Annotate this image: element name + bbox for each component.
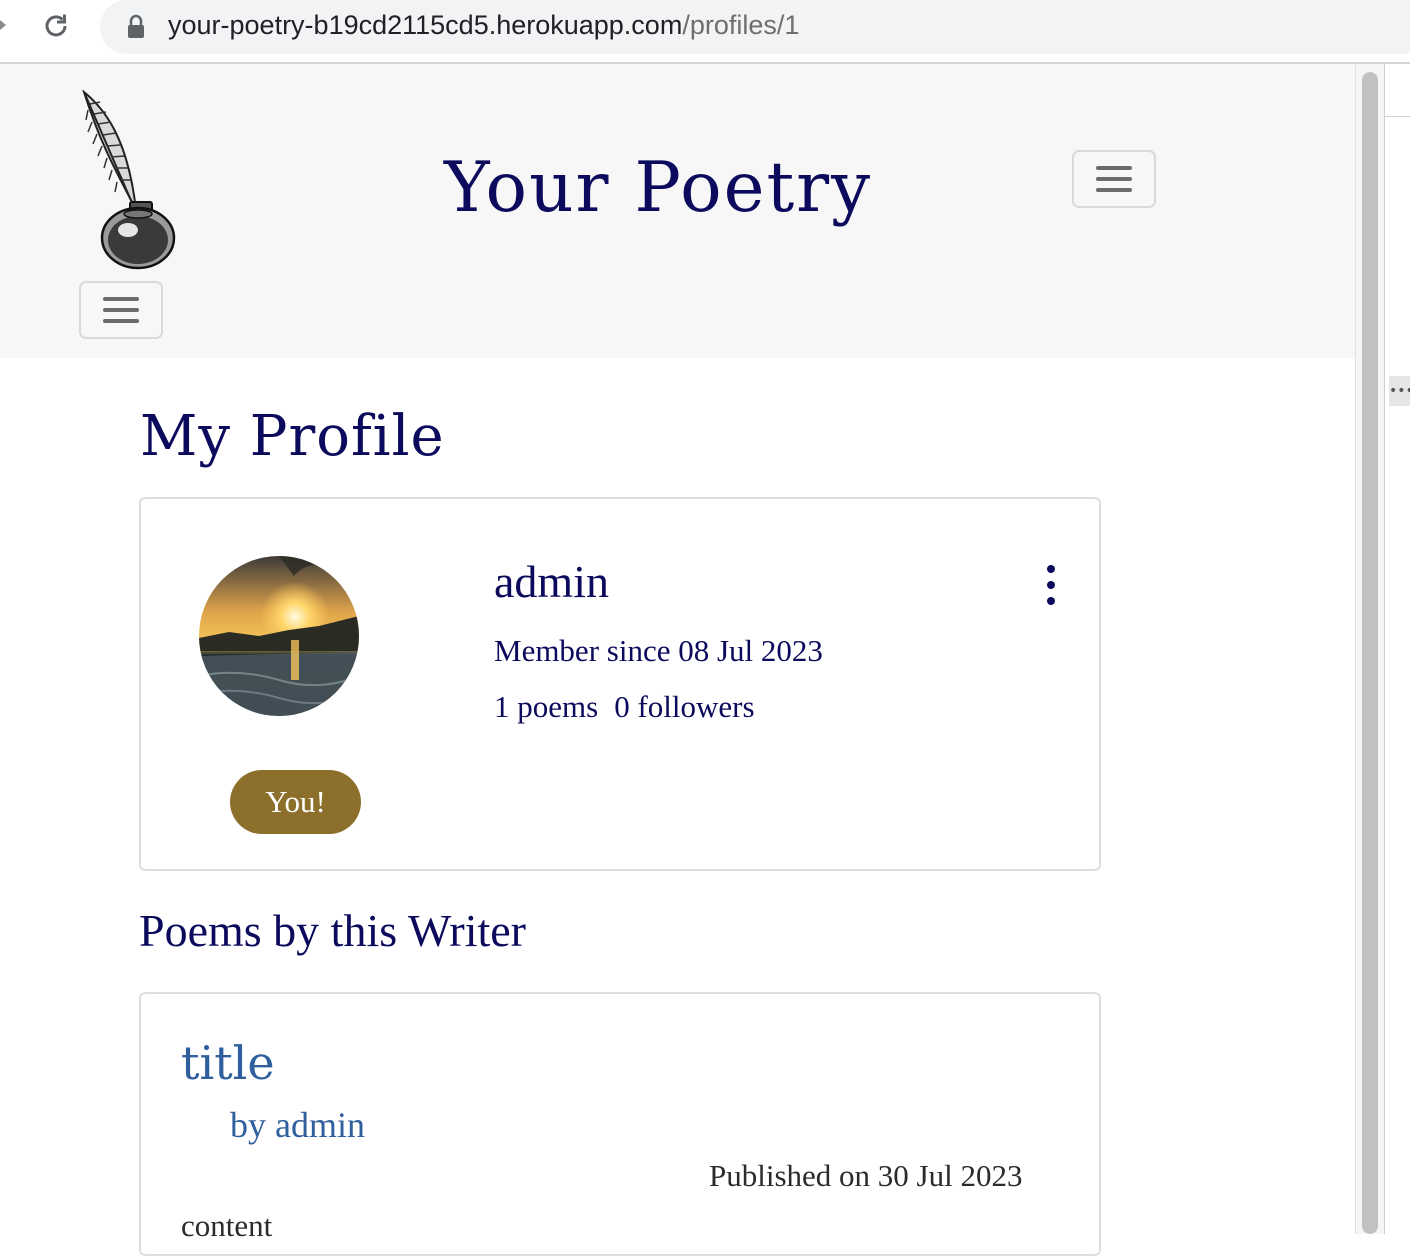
secondary-menu-toggler-button[interactable] (79, 281, 163, 339)
poem-card: title by admin Published on 30 Jul 2023 … (139, 992, 1101, 1256)
hamburger-icon (1096, 159, 1132, 199)
address-url[interactable]: your-poetry-b19cd2115cd5.herokuapp.com/p… (168, 10, 799, 41)
more-options-icon[interactable]: ••• (1389, 376, 1410, 406)
member-since: Member since 08 Jul 2023 (494, 633, 823, 668)
navbar-toggler-button[interactable] (1072, 150, 1156, 208)
poem-title-link[interactable]: title (181, 1036, 275, 1090)
browser-toolbar: your-poetry-b19cd2115cd5.herokuapp.com/p… (0, 0, 1410, 64)
profile-card: You! admin Member since 08 Jul 2023 1 po… (139, 497, 1101, 871)
page-title: My Profile (140, 404, 445, 469)
site-title[interactable]: Your Poetry (444, 148, 872, 228)
hamburger-icon (103, 290, 139, 330)
url-domain: your-poetry-b19cd2115cd5.herokuapp.com (168, 10, 683, 40)
url-path: /profiles/1 (682, 10, 800, 40)
you-badge: You! (230, 770, 361, 834)
profile-stats: 1 poems 0 followers (494, 689, 755, 725)
poem-content: content (181, 1208, 273, 1243)
page-scrollbar-thumb[interactable] (1362, 72, 1378, 1234)
poems-count: 1 poems (494, 689, 599, 724)
poems-section-heading: Poems by this Writer (139, 905, 527, 956)
poem-published-date: Published on 30 Jul 2023 (709, 1158, 1023, 1193)
devtools-tab[interactable] (1385, 64, 1410, 117)
devtools-panel-edge: ••• (1384, 64, 1410, 1234)
back-arrow-icon[interactable] (0, 20, 6, 30)
more-options-icon[interactable] (1039, 565, 1063, 605)
poem-author-link[interactable]: by admin (230, 1104, 365, 1146)
quill-inkwell-logo[interactable] (76, 89, 180, 277)
reload-icon[interactable] (40, 10, 72, 42)
followers-count: 0 followers (614, 689, 755, 724)
avatar (199, 556, 359, 716)
lock-icon[interactable] (126, 14, 146, 45)
profile-username: admin (494, 556, 609, 607)
